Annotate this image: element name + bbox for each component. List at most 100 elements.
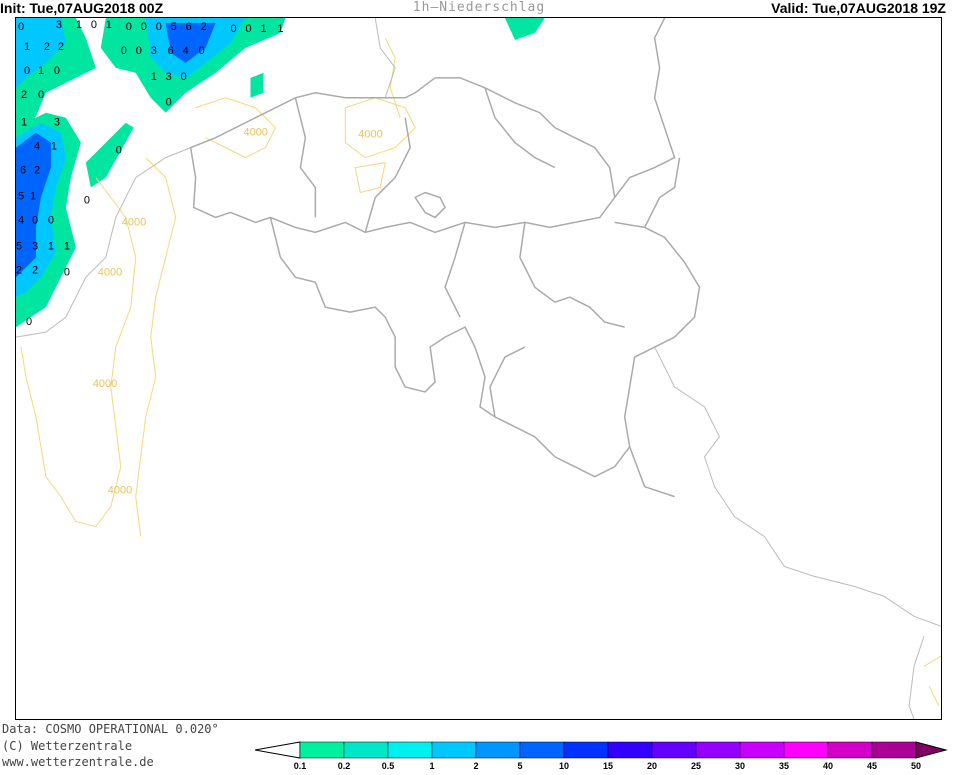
legend-cell	[695, 741, 741, 759]
legend-cell	[783, 741, 829, 759]
legend-tick-label: 1	[429, 761, 434, 770]
svg-text:3: 3	[56, 19, 62, 31]
precip-patch-small	[85, 122, 134, 188]
svg-text:0: 0	[141, 21, 147, 33]
svg-text:2: 2	[21, 89, 27, 101]
svg-text:0: 0	[26, 316, 32, 328]
svg-text:5: 5	[18, 190, 24, 202]
precipitation-legend: 0.1 0.2 0.5 1 2 5 10 15 20 25 30 35 40 45 50	[254, 740, 955, 771]
svg-text:2: 2	[16, 264, 22, 276]
legend-bar: 0.1 0.2 0.5 1 2 5 10 15 20 25 30 35 40 45 50	[254, 741, 948, 771]
legend-cell	[871, 741, 917, 759]
svg-text:0: 0	[231, 23, 237, 35]
svg-text:0: 0	[166, 97, 172, 109]
contour-label: 4000	[98, 266, 122, 278]
svg-text:0: 0	[156, 21, 162, 33]
svg-text:6: 6	[186, 21, 192, 33]
height-contours	[20, 37, 941, 707]
legend-cell	[651, 741, 697, 759]
svg-text:1: 1	[151, 71, 157, 83]
svg-text:0: 0	[121, 45, 127, 57]
contour-label: 4000	[244, 127, 268, 139]
copyright-label: (C) Wetterzentrale	[2, 739, 133, 753]
svg-text:0: 0	[24, 65, 30, 77]
svg-text:0: 0	[246, 23, 252, 35]
legend-tick-label: 0.1	[294, 761, 307, 770]
svg-text:6: 6	[20, 165, 26, 177]
legend-tick-label: 2	[473, 761, 478, 770]
legend-cell	[563, 741, 609, 759]
svg-text:1: 1	[64, 240, 70, 252]
svg-text:1: 1	[277, 23, 283, 35]
svg-text:4: 4	[18, 214, 24, 226]
svg-text:1: 1	[21, 117, 27, 129]
svg-text:0: 0	[38, 89, 44, 101]
svg-text:3: 3	[151, 45, 157, 57]
contour-label: 4000	[108, 485, 132, 497]
svg-text:2: 2	[34, 165, 40, 177]
svg-text:6: 6	[168, 45, 174, 57]
svg-text:0: 0	[48, 214, 54, 226]
website-link[interactable]: www.wetterzentrale.de	[2, 755, 154, 769]
svg-text:2: 2	[58, 41, 64, 53]
svg-text:1: 1	[38, 65, 44, 77]
svg-text:0: 0	[84, 194, 90, 206]
legend-tick-label: 20	[647, 761, 657, 770]
svg-text:4: 4	[34, 141, 40, 153]
legend-tick-label: 40	[823, 761, 833, 770]
legend-tick-label: 50	[911, 761, 921, 770]
data-source-label: Data: COSMO OPERATIONAL 0.020°	[2, 722, 219, 736]
precipitation-areas	[16, 18, 545, 328]
svg-text:0: 0	[181, 71, 187, 83]
precip-patch-dot-1	[250, 72, 264, 98]
legend-cell	[519, 741, 565, 759]
svg-text:1: 1	[106, 19, 112, 31]
svg-text:0: 0	[136, 45, 142, 57]
svg-text:2: 2	[201, 21, 207, 33]
legend-cell	[475, 741, 521, 759]
legend-tick-label: 0.2	[338, 761, 351, 770]
precip-patch-topright	[504, 18, 545, 40]
svg-text:0: 0	[18, 21, 24, 33]
svg-text:3: 3	[32, 240, 38, 252]
legend-tick-label: 5	[517, 761, 522, 770]
svg-text:1: 1	[24, 41, 30, 53]
legend-tick-label: 10	[559, 761, 569, 770]
valid-time-label: Valid: Tue,07AUG2018 19Z	[771, 0, 946, 16]
legend-cell	[299, 741, 345, 759]
contour-label: 4000	[122, 216, 146, 228]
legend-cell-below	[254, 741, 301, 759]
legend-tick-label: 15	[603, 761, 613, 770]
svg-text:4: 4	[183, 45, 189, 57]
svg-text:2: 2	[32, 264, 38, 276]
svg-text:0: 0	[126, 21, 132, 33]
svg-text:5: 5	[16, 240, 22, 252]
legend-cell	[827, 741, 873, 759]
svg-text:5: 5	[171, 21, 177, 33]
svg-text:0: 0	[32, 214, 38, 226]
contour-label: 4000	[93, 378, 117, 390]
legend-cell	[607, 741, 653, 759]
legend-cell	[343, 741, 389, 759]
svg-text:3: 3	[166, 71, 172, 83]
legend-cell	[431, 741, 477, 759]
country-borders	[189, 18, 701, 498]
contour-label: 4000	[358, 129, 382, 141]
svg-text:2: 2	[44, 41, 50, 53]
map-canvas: 031 010 005 620 011 122 003 640 010 130 …	[16, 18, 941, 719]
legend-tick-label: 30	[735, 761, 745, 770]
legend-tick-label: 35	[779, 761, 789, 770]
legend-tick-label: 45	[867, 761, 877, 770]
svg-text:1: 1	[76, 19, 82, 31]
svg-text:1: 1	[51, 141, 57, 153]
legend-cell-above	[915, 741, 948, 759]
precipitation-map[interactable]: 031 010 005 620 011 122 003 640 010 130 …	[15, 17, 942, 720]
svg-text:0: 0	[91, 19, 97, 31]
legend-tick-label: 25	[691, 761, 701, 770]
svg-text:1: 1	[30, 190, 36, 202]
svg-text:0: 0	[116, 145, 122, 157]
legend-cell	[739, 741, 785, 759]
legend-cell	[387, 741, 433, 759]
svg-text:1: 1	[260, 23, 266, 35]
svg-text:1: 1	[48, 240, 54, 252]
